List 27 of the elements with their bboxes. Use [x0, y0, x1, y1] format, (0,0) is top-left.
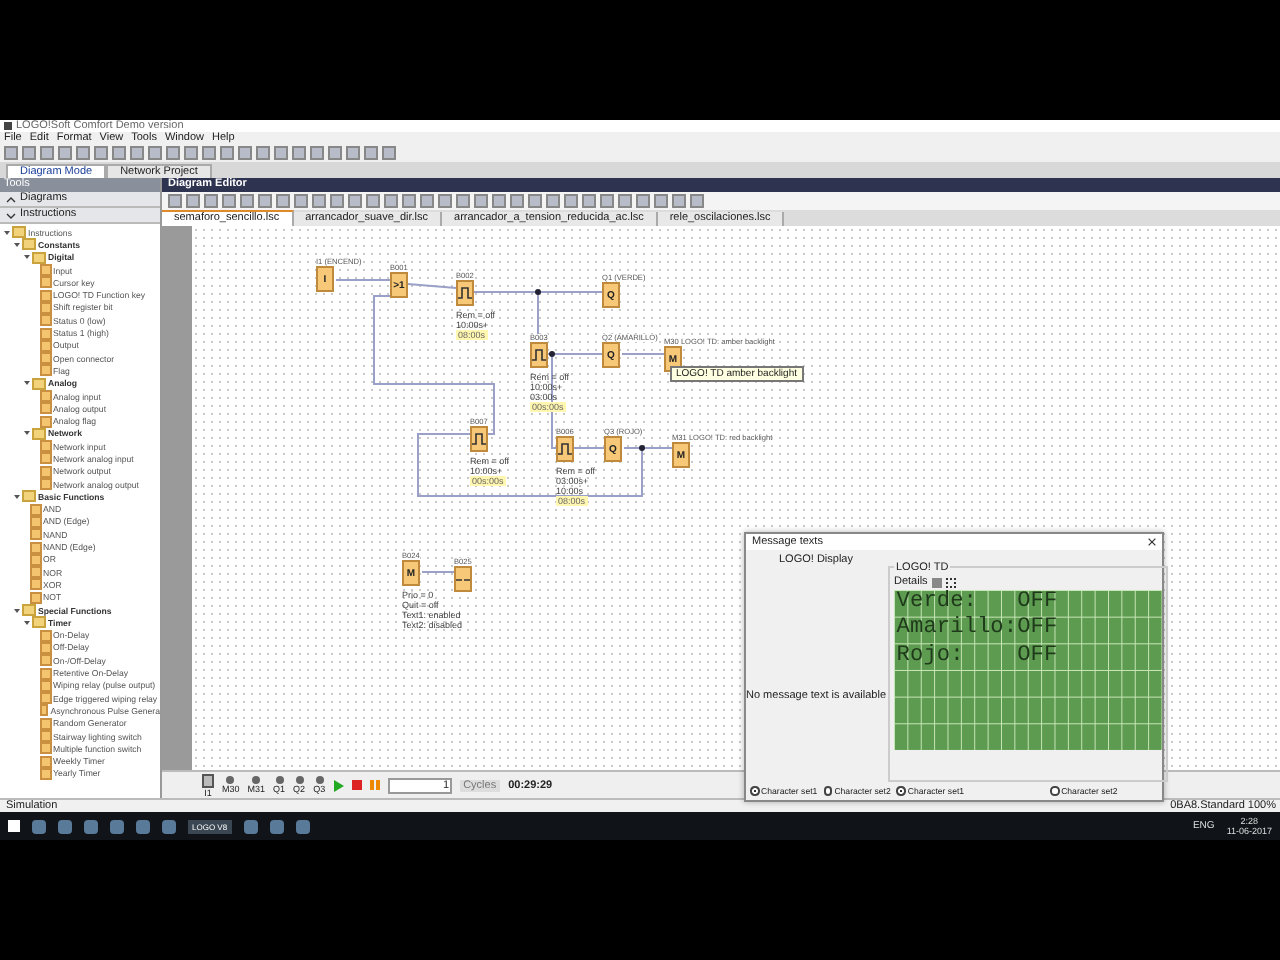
function-block[interactable] [454, 566, 472, 592]
pulse-icon [458, 286, 472, 300]
dash-icon [456, 575, 470, 583]
function-block[interactable] [530, 342, 548, 368]
wire-line [335, 279, 391, 281]
junction-dot [639, 445, 645, 451]
junction-dot [549, 351, 555, 357]
pause-icon[interactable] [369, 780, 380, 790]
wire-line [421, 571, 455, 573]
function-block[interactable] [556, 436, 574, 462]
windows-icon[interactable] [8, 820, 20, 832]
folder-icon [22, 490, 36, 503]
folder-icon [32, 377, 46, 390]
wire-line [407, 283, 457, 289]
pulse-icon [558, 442, 572, 456]
app-icon [4, 122, 12, 130]
junction-dot [535, 289, 541, 295]
input-switch[interactable] [202, 773, 214, 787]
close-icon[interactable] [1148, 538, 1156, 546]
wire-line [621, 353, 665, 355]
pulse-icon [472, 432, 486, 446]
function-block[interactable] [470, 426, 488, 452]
folder-icon [32, 427, 46, 440]
grid-icon[interactable] [945, 577, 956, 587]
function-block[interactable] [456, 280, 474, 306]
pulse-icon [532, 348, 546, 362]
stop-icon[interactable] [351, 780, 362, 790]
